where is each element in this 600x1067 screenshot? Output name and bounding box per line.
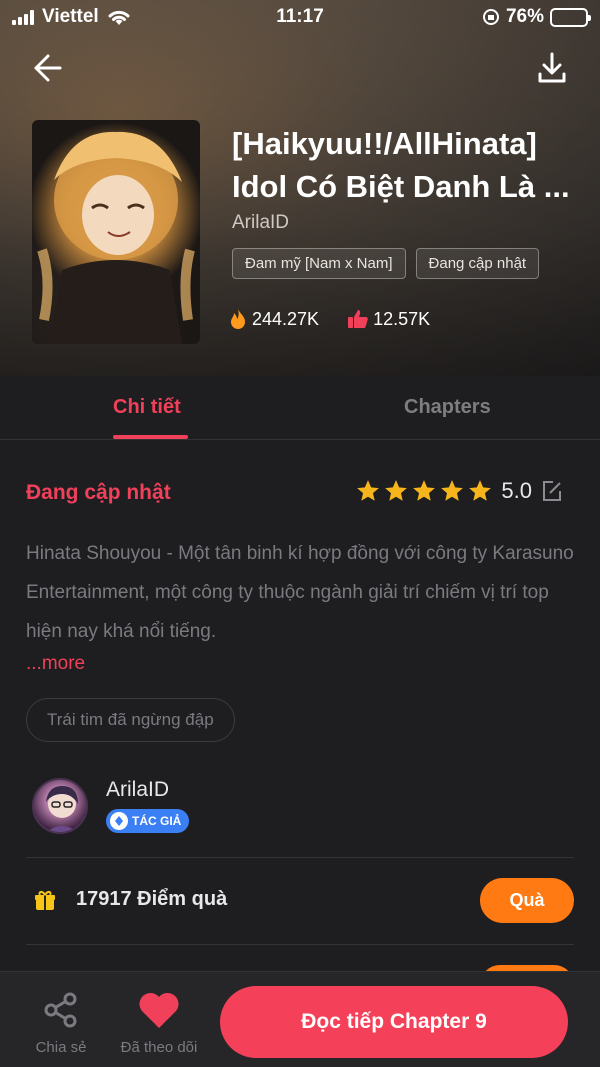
battery-percent: 76% [505, 6, 544, 27]
detail-tabs: Chi tiết Chapters [0, 376, 600, 440]
author-name: ArilaID [106, 778, 170, 801]
battery-icon [550, 7, 591, 27]
gift-button[interactable]: Quà [480, 878, 574, 923]
rating-score: 5.0 [501, 478, 532, 503]
divider [26, 944, 574, 945]
author-badge: TÁC GIẢ [106, 809, 190, 833]
book-title: [Haikyuu!!/AllHinata] Idol Có Biệt Danh … [232, 126, 570, 204]
rating[interactable]: 5.0 [355, 478, 564, 504]
views-stat: 244.27K [228, 308, 319, 330]
continue-reading-button[interactable]: Đọc tiếp Chapter 9 [220, 986, 568, 1058]
star-icon [441, 480, 464, 501]
tab-detail[interactable]: Chi tiết [113, 396, 181, 419]
cover-illustration [37, 131, 195, 344]
likes-count: 12.57K [373, 308, 431, 329]
avatar-illustration [46, 786, 78, 832]
genre-tag[interactable]: Đam mỹ [Nam x Nam] [232, 248, 406, 279]
share-button[interactable]: Chia sẻ [26, 990, 96, 1056]
tag-list: Đam mỹ [Nam x Nam] Đang cập nhật [232, 248, 540, 279]
book-cover [32, 120, 200, 344]
author-card[interactable]: ArilaID TÁC GIẢ [32, 775, 572, 845]
fire-icon [231, 309, 245, 329]
back-button[interactable] [30, 50, 70, 86]
star-icon [469, 480, 492, 501]
download-button[interactable] [534, 50, 570, 86]
likes-stat: 12.57K [347, 308, 430, 330]
active-tab-indicator [113, 435, 188, 439]
book-author[interactable]: ArilaID [232, 212, 289, 234]
edit-icon[interactable] [540, 479, 564, 503]
follow-label: Đã theo dõi [120, 1039, 198, 1056]
chapter-chip[interactable]: Trái tim đã ngừng đập [26, 698, 235, 742]
update-status: Đang cập nhật [26, 481, 171, 504]
author-badge-label: TÁC GIẢ [132, 814, 182, 828]
status-bar: Viettel 11:17 76% [0, 0, 600, 34]
tab-chapters[interactable]: Chapters [404, 396, 491, 419]
divider [26, 857, 574, 858]
star-icon [413, 480, 436, 501]
share-icon [44, 992, 77, 1028]
status-tag[interactable]: Đang cập nhật [415, 248, 540, 279]
star-icon [385, 480, 408, 501]
book-description: Hinata Shouyou - Một tân binh kí hợp đồn… [26, 543, 574, 642]
bottom-bar: Chia sẻ Đã theo dõi Đọc tiếp Chapter 9 [0, 971, 600, 1067]
star-icon [357, 480, 380, 501]
gift-row: 17917 Điểm quà Quà [26, 878, 574, 924]
download-icon [538, 52, 566, 83]
gift-points: 17917 Điểm quà [76, 888, 228, 910]
pen-icon [110, 812, 128, 830]
share-label: Chia sẻ [35, 1039, 87, 1056]
arrow-left-icon [34, 54, 62, 82]
heart-icon [139, 992, 179, 1028]
thumbs-up-icon [348, 310, 368, 328]
gift-icon [35, 891, 55, 910]
book-stats: 244.27K 12.57K [228, 308, 430, 330]
more-link[interactable]: ...more [26, 653, 85, 675]
avatar [32, 778, 88, 834]
orientation-lock-icon [482, 9, 499, 25]
views-count: 244.27K [252, 308, 320, 329]
follow-button[interactable]: Đã theo dõi [112, 990, 206, 1056]
star-rating [355, 478, 493, 504]
